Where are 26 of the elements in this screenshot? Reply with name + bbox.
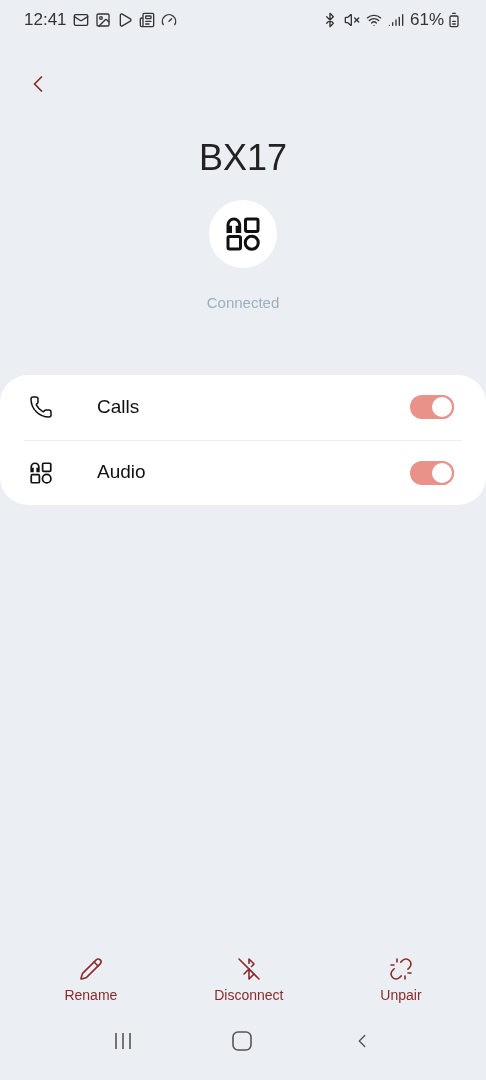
toggle-switch[interactable] (410, 460, 454, 485)
mute-icon (343, 12, 360, 28)
status-time: 12:41 (24, 9, 67, 32)
mail-icon (72, 12, 89, 28)
connection-status: Connected (206, 293, 280, 313)
action-button[interactable]: Disconnect (206, 957, 292, 1006)
unlink-icon (388, 957, 413, 981)
phone-icon (29, 395, 53, 419)
setting-label: Audio (97, 460, 147, 485)
pencil-icon (78, 957, 103, 981)
home-icon[interactable] (232, 1031, 252, 1051)
signal-icon (387, 12, 404, 28)
bluetooth-off-icon (236, 957, 261, 981)
audio-device-icon (28, 459, 54, 486)
news-icon (138, 12, 155, 28)
recent-apps-icon[interactable] (113, 1032, 134, 1050)
setting-label: Calls (97, 394, 141, 419)
battery-icon (446, 12, 462, 28)
toggle-switch[interactable] (410, 395, 454, 419)
device-title: BX17 (198, 136, 288, 180)
wifi-icon (365, 12, 382, 28)
battery-percent: 61% (409, 9, 444, 32)
action-button[interactable]: Rename (56, 957, 126, 1006)
gauge-icon (160, 12, 177, 28)
image-icon (94, 12, 111, 28)
action-button[interactable]: Unpair (372, 957, 430, 1006)
